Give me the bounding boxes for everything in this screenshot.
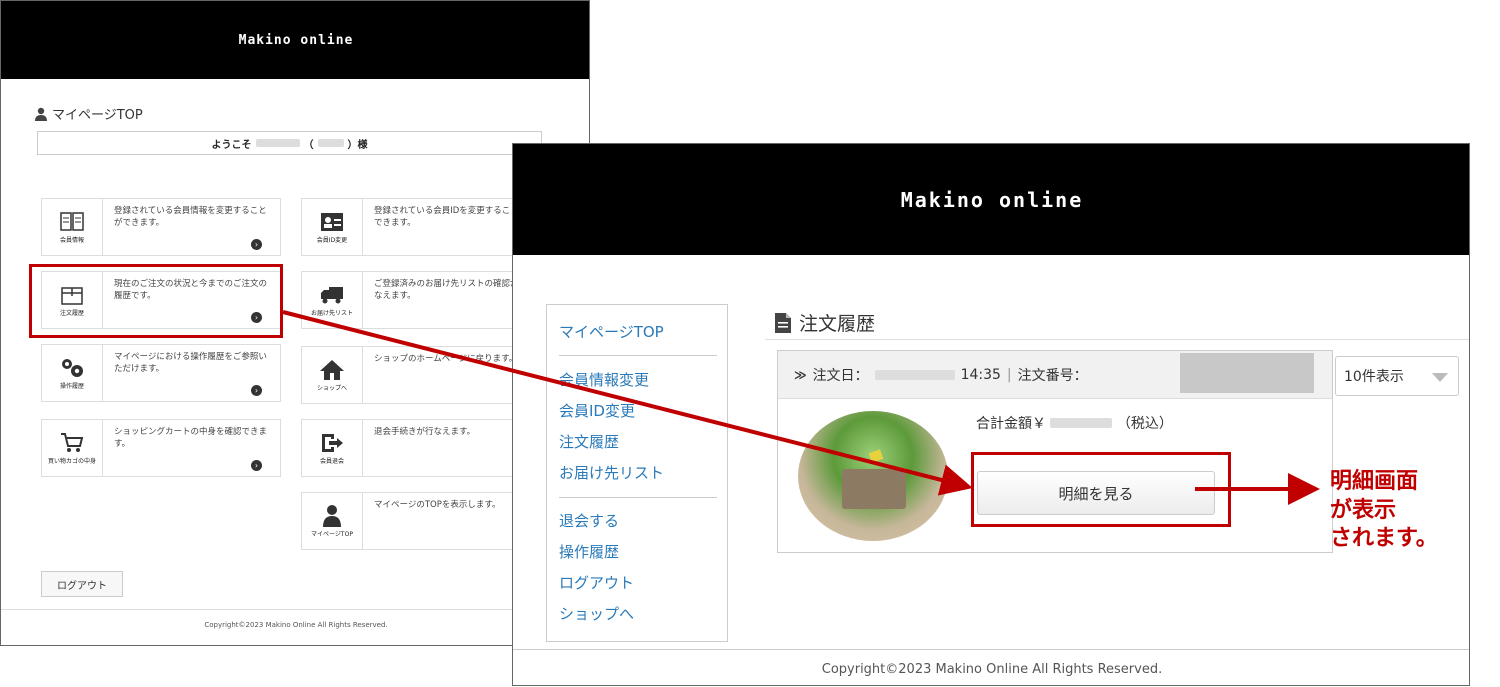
annotation-line: が表示 — [1330, 497, 1397, 523]
site-header: Makino online — [513, 144, 1469, 255]
redacted-kana — [317, 139, 344, 147]
footer-copyright: Copyright©2023 Makino Online All Rights … — [513, 649, 1469, 685]
product-image — [798, 411, 948, 541]
card-label: ショップへ — [316, 384, 347, 392]
card-label: マイページTOP — [311, 530, 353, 538]
menu-card-delivery-list[interactable]: お届け先リスト ご登録済みのお届け先リストの確認が行なえます。 — [301, 271, 541, 329]
welcome-mid: （ — [303, 139, 314, 151]
user-icon — [323, 504, 341, 527]
exit-icon — [322, 433, 343, 452]
logout-button[interactable]: ログアウト — [41, 571, 123, 597]
chevron-right-icon[interactable]: › — [251, 385, 262, 396]
title-divider — [765, 339, 1469, 340]
sidebar-divider — [559, 497, 717, 498]
total-suffix: （税込） — [1116, 416, 1173, 432]
welcome-suffix: ）様 — [347, 139, 368, 151]
redacted-order-number — [1180, 353, 1314, 393]
document-icon — [775, 312, 791, 333]
id-card-icon — [321, 212, 343, 231]
order-time: 14:35 — [960, 366, 1001, 383]
brand-logo[interactable]: Makino online — [239, 33, 354, 48]
chevron-right-icon[interactable]: › — [251, 239, 262, 250]
highlight-order-history-card — [29, 264, 283, 338]
sidebar-item-member-info[interactable]: 会員情報変更 — [559, 369, 649, 390]
footer-copyright: Copyright©2023 Makino Online All Rights … — [1, 609, 589, 640]
brand-logo[interactable]: Makino online — [901, 188, 1084, 212]
sidebar-item-order-history[interactable]: 注文履歴 — [559, 431, 619, 452]
order-header[interactable]: ≫ 注文日： 14:35 | 注文番号： — [778, 351, 1332, 399]
sidebar-divider — [559, 355, 717, 356]
page-title-text: マイページTOP — [52, 108, 143, 123]
chevron-right-icon[interactable]: › — [251, 460, 262, 471]
sidebar-item-logout[interactable]: ログアウト — [559, 572, 634, 593]
order-separator: | — [1006, 366, 1012, 383]
person-icon — [35, 107, 47, 121]
page-title: マイページTOP — [34, 104, 143, 123]
sidebar-item-withdraw[interactable]: 退会する — [559, 510, 619, 531]
welcome-prefix: ようこそ — [211, 139, 252, 151]
menu-card-withdraw[interactable]: 会員退会 退会手続きが行なえます。 — [301, 419, 541, 477]
card-label: お届け先リスト — [310, 309, 353, 317]
gears-icon — [62, 358, 83, 377]
annotation-text: 明細画面 が表示 されます。 — [1330, 468, 1438, 554]
page-title-text: 注文履歴 — [799, 313, 876, 335]
menu-card-shop[interactable]: ショップへ ショップのホームページに戻ります。 — [301, 346, 541, 404]
per-page-value: 10件表示 — [1344, 369, 1404, 385]
card-label: 会員退会 — [319, 457, 344, 465]
welcome-box: ようこそ （ ）様 — [37, 131, 542, 155]
redacted-amount — [1050, 418, 1113, 428]
card-label: 会員ID変更 — [316, 236, 348, 244]
menu-card-member-info[interactable]: 会員情報 登録されている会員情報を変更することができます。 › — [41, 198, 281, 256]
mypage-sidebar: マイページTOP 会員情報変更 会員ID変更 注文履歴 お届け先リスト 退会する… — [546, 304, 728, 642]
sidebar-item-shop[interactable]: ショップへ — [559, 603, 634, 624]
card-description: ご登録済みのお届け先リストの確認が行なえます。 — [374, 279, 528, 302]
card-description: マイページにおける操作履歴をご参照いただけます。 — [114, 352, 267, 375]
card-description: マイページのTOPを表示します。 — [374, 500, 501, 510]
page-title: 注文履歴 — [775, 309, 875, 336]
redacted-name — [255, 139, 300, 147]
product-card-shape — [842, 469, 906, 509]
order-number-label: 注文番号： — [1017, 367, 1088, 384]
card-description: 登録されている会員情報を変更することができます。 — [114, 206, 267, 229]
sidebar-item-delivery-list[interactable]: お届け先リスト — [559, 462, 664, 483]
per-page-select[interactable]: 10件表示 — [1335, 356, 1459, 396]
order-history-screenshot: Makino online マイページTOP 会員情報変更 会員ID変更 注文履… — [512, 143, 1470, 686]
menu-card-member-id[interactable]: 会員ID変更 登録されている会員IDを変更することができます。 — [301, 198, 541, 256]
card-label: 操作履歴 — [59, 382, 84, 390]
annotation-line: されます。 — [1330, 526, 1438, 552]
sidebar-item-mypage-top[interactable]: マイページTOP — [559, 321, 664, 342]
sidebar-item-member-id[interactable]: 会員ID変更 — [559, 400, 635, 421]
cart-icon — [61, 432, 84, 452]
menu-card-mypage-top[interactable]: マイページTOP マイページのTOPを表示します。 — [301, 492, 541, 550]
menu-card-operation-history[interactable]: 操作履歴 マイページにおける操作履歴をご参照いただけます。 › — [41, 344, 281, 402]
order-date-label: 注文日： — [812, 367, 869, 384]
order-total: 合計金額￥ （税込） — [976, 413, 1173, 433]
sidebar-item-operation-history[interactable]: 操作履歴 — [559, 541, 619, 562]
home-icon — [320, 359, 344, 380]
product-tag-shape — [868, 449, 884, 463]
card-label: 買い物カゴの中身 — [47, 457, 96, 465]
redacted-date — [874, 369, 955, 380]
chevron-double-down-icon[interactable]: ≫ — [794, 368, 807, 382]
card-label: 会員情報 — [59, 236, 84, 244]
card-description: ショップのホームページに戻ります。 — [374, 354, 518, 364]
site-header: Makino online — [1, 1, 589, 79]
card-description: ショッピングカートの中身を確認できます。 — [114, 427, 268, 450]
annotation-line: 明細画面 — [1330, 469, 1419, 494]
dropdown-arrow-icon[interactable] — [1432, 373, 1448, 382]
truck-icon — [321, 286, 343, 304]
menu-card-cart[interactable]: 買い物カゴの中身 ショッピングカートの中身を確認できます。 › — [41, 419, 281, 477]
highlight-details-button — [971, 452, 1231, 527]
card-description: 登録されている会員IDを変更することができます。 — [374, 206, 528, 229]
total-label: 合計金額￥ — [976, 416, 1046, 432]
card-description: 退会手続きが行なえます。 — [374, 427, 476, 437]
book-icon — [60, 212, 84, 231]
